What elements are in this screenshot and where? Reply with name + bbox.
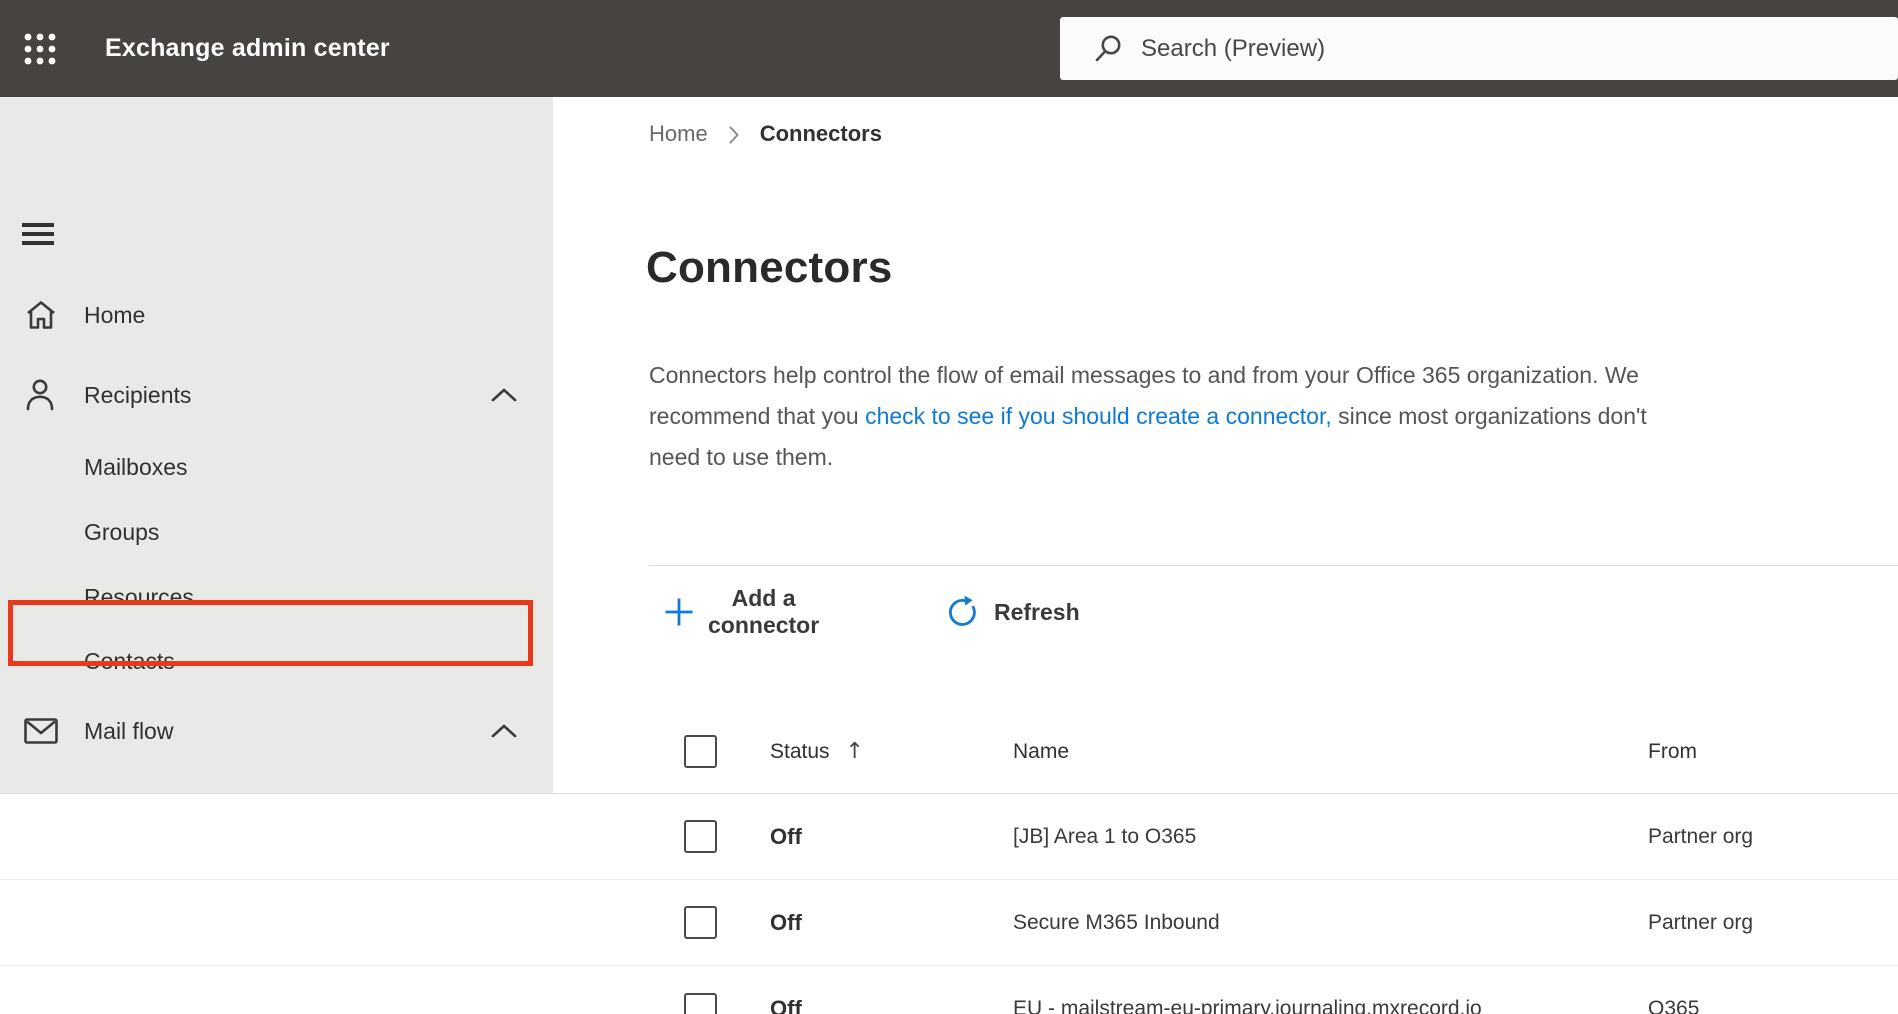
search-icon xyxy=(1093,34,1123,64)
sidebar-item-label: Contacts xyxy=(84,647,175,674)
hamburger-menu-button[interactable] xyxy=(22,216,66,252)
description-line-1: Connectors help control the flow of emai… xyxy=(649,362,1639,388)
page-description: Connectors help control the flow of emai… xyxy=(649,362,1647,470)
sidebar-item-label: Recipients xyxy=(84,381,192,408)
sidebar-item-label: Groups xyxy=(84,518,160,545)
breadcrumb-chevron-icon xyxy=(728,125,740,145)
row-name: EU - mailstream-eu-primary.journaling.mx… xyxy=(1013,997,1482,1014)
sort-ascending-icon: ↑ xyxy=(845,739,864,764)
row-from: Partner org xyxy=(1648,824,1754,848)
sidebar-item-mailboxes[interactable]: Mailboxes xyxy=(0,435,553,499)
top-app-bar: Exchange admin center xyxy=(0,0,1898,97)
exchange-admin-center-app: Exchange admin center Home xyxy=(0,0,1898,1014)
table-row[interactable]: Off EU - mailstream-eu-primary.journalin… xyxy=(0,966,1898,1014)
create-connector-check-link[interactable]: check to see if you should create a conn… xyxy=(865,403,1332,429)
sidebar-item-resources[interactable]: Resources xyxy=(0,565,553,629)
breadcrumb-current: Connectors xyxy=(759,121,882,146)
home-icon xyxy=(24,299,58,331)
add-connector-button[interactable]: Add a connector xyxy=(664,585,819,638)
row-name: [JB] Area 1 to O365 xyxy=(1013,824,1197,848)
row-status: Off xyxy=(770,823,802,849)
sidebar-item-home[interactable]: Home xyxy=(0,283,553,347)
toolbar-divider xyxy=(649,565,1898,566)
plus-icon xyxy=(664,597,694,627)
person-icon xyxy=(24,378,56,412)
search-input[interactable] xyxy=(1141,34,1841,63)
search-box[interactable] xyxy=(1060,17,1898,80)
column-header-from[interactable]: From xyxy=(1648,710,1697,793)
hamburger-icon xyxy=(22,223,54,227)
chevron-up-icon[interactable] xyxy=(490,387,518,403)
table-row[interactable]: Off Secure M365 Inbound Partner org xyxy=(0,880,1898,966)
sidebar-item-recipients[interactable]: Recipients xyxy=(0,363,553,427)
refresh-button[interactable]: Refresh xyxy=(944,588,1080,636)
sidebar-item-contacts[interactable]: Contacts xyxy=(0,629,553,693)
row-status: Off xyxy=(770,909,802,935)
row-checkbox[interactable] xyxy=(684,820,717,853)
row-from: O365 xyxy=(1648,997,1700,1014)
select-all-checkbox[interactable] xyxy=(684,735,717,768)
breadcrumb: Home Connectors xyxy=(649,119,882,149)
sidebar-item-label: Resources xyxy=(84,583,194,610)
breadcrumb-home-link[interactable]: Home xyxy=(649,121,708,147)
page-title: Connectors xyxy=(646,243,893,292)
description-line-3: need to use them. xyxy=(649,444,834,470)
sidebar-item-label: Home xyxy=(84,301,146,328)
waffle-icon xyxy=(23,32,57,66)
app-launcher-button[interactable] xyxy=(16,25,64,73)
column-header-name[interactable]: Name xyxy=(1013,710,1069,793)
app-title: Exchange admin center xyxy=(105,34,390,62)
column-header-status[interactable]: Status ↑ xyxy=(770,710,864,793)
refresh-icon xyxy=(944,594,980,630)
row-name: Secure M365 Inbound xyxy=(1013,910,1220,934)
description-line-2: recommend that you xyxy=(649,403,866,429)
table-header-row: Status ↑ Name From xyxy=(0,710,1898,794)
row-checkbox[interactable] xyxy=(684,992,717,1014)
sidebar-item-label: Mailboxes xyxy=(84,453,188,480)
table-row[interactable]: Off [JB] Area 1 to O365 Partner org xyxy=(0,794,1898,880)
sidebar-item-groups[interactable]: Groups xyxy=(0,500,553,564)
row-from: Partner org xyxy=(1648,910,1754,934)
row-status: Off xyxy=(770,996,802,1014)
row-checkbox[interactable] xyxy=(684,906,717,939)
